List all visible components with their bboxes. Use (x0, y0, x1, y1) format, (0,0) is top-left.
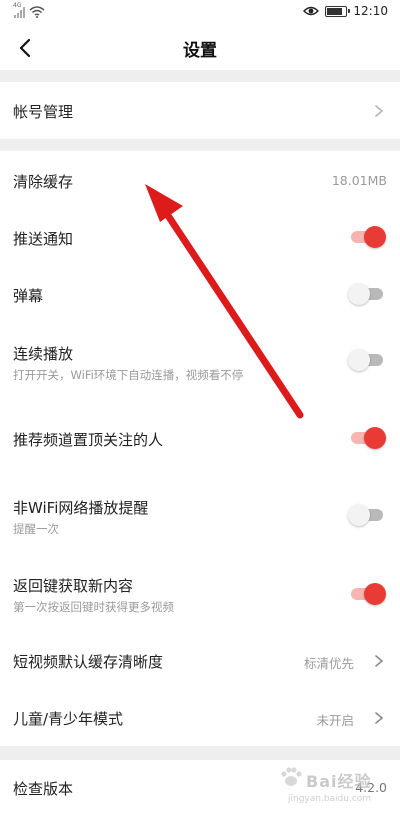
pin-followed-row: 推荐频道置顶关注的人 (0, 399, 400, 475)
kids-mode-row[interactable]: 儿童/青少年模式 未开启 (0, 689, 400, 746)
section-divider (0, 139, 400, 151)
wifi-icon (29, 6, 45, 18)
autoplay-toggle[interactable] (348, 348, 386, 372)
pin-followed-toggle[interactable] (348, 426, 386, 450)
network-type-label: 4G (13, 1, 22, 9)
autoplay-row: 连续播放 打开开关，WiFi环境下自动连播，视频看不停 (0, 323, 400, 399)
back-key-refresh-toggle[interactable] (348, 582, 386, 606)
danmaku-toggle[interactable] (348, 282, 386, 306)
account-management-row[interactable]: 帐号管理 (0, 82, 400, 139)
non-wifi-reminder-row: 非WiFi网络播放提醒 提醒一次 (0, 475, 400, 553)
cache-quality-label: 短视频默认缓存清晰度 (13, 653, 164, 671)
status-bar: 4G 12:10 (0, 0, 400, 26)
push-notification-row: 推送通知 (0, 209, 400, 266)
kids-mode-value: 未开启 (316, 713, 354, 728)
paw-logo-icon (281, 767, 302, 786)
pin-followed-label: 推荐频道置顶关注的人 (13, 431, 164, 449)
clear-cache-label: 清除缓存 (13, 173, 74, 191)
cellular-signal-icon: 4G (13, 2, 25, 18)
header: 设置 (0, 26, 400, 70)
back-key-refresh-row: 返回键获取新内容 第一次按返回键时获得更多视频 (0, 553, 400, 633)
watermark-url: jingyan.baidu.com (288, 794, 372, 804)
danmaku-label: 弹幕 (13, 287, 44, 305)
push-notification-label: 推送通知 (13, 230, 74, 248)
non-wifi-reminder-label: 非WiFi网络播放提醒 (13, 499, 149, 517)
danmaku-row: 弹幕 (0, 266, 400, 323)
status-right: 12:10 (303, 4, 388, 18)
back-key-refresh-label: 返回键获取新内容 (13, 577, 134, 595)
battery-icon (325, 5, 351, 17)
autoplay-description: 打开开关，WiFi环境下自动连播，视频看不停 (13, 368, 244, 382)
push-notification-toggle[interactable] (348, 225, 386, 249)
status-time: 12:10 (353, 4, 388, 18)
autoplay-label: 连续播放 (13, 345, 74, 363)
battery-fill (327, 7, 342, 15)
section-divider (0, 746, 400, 760)
page-title: 设置 (183, 41, 217, 61)
chevron-right-icon (375, 712, 384, 724)
cache-quality-value: 标清优先 (303, 656, 354, 671)
back-key-refresh-description: 第一次按返回键时获得更多视频 (13, 600, 174, 614)
kids-mode-label: 儿童/青少年模式 (13, 710, 124, 728)
status-left: 4G (13, 2, 45, 18)
chevron-right-icon (375, 655, 384, 667)
chevron-right-icon (375, 105, 384, 117)
cache-size-value: 18.01MB (331, 173, 387, 188)
non-wifi-reminder-toggle[interactable] (348, 503, 386, 527)
clear-cache-row[interactable]: 清除缓存 18.01MB (0, 151, 400, 209)
eye-comfort-icon (303, 6, 320, 16)
watermark-text: Bai经验 (306, 772, 372, 791)
section-divider (0, 70, 400, 82)
account-management-label: 帐号管理 (13, 103, 74, 121)
check-version-label: 检查版本 (13, 780, 74, 798)
baidu-jingyan-watermark: Bai经验 jingyan.baidu.com (278, 762, 398, 810)
non-wifi-reminder-description: 提醒一次 (13, 522, 59, 536)
cache-quality-row[interactable]: 短视频默认缓存清晰度 标清优先 (0, 633, 400, 689)
